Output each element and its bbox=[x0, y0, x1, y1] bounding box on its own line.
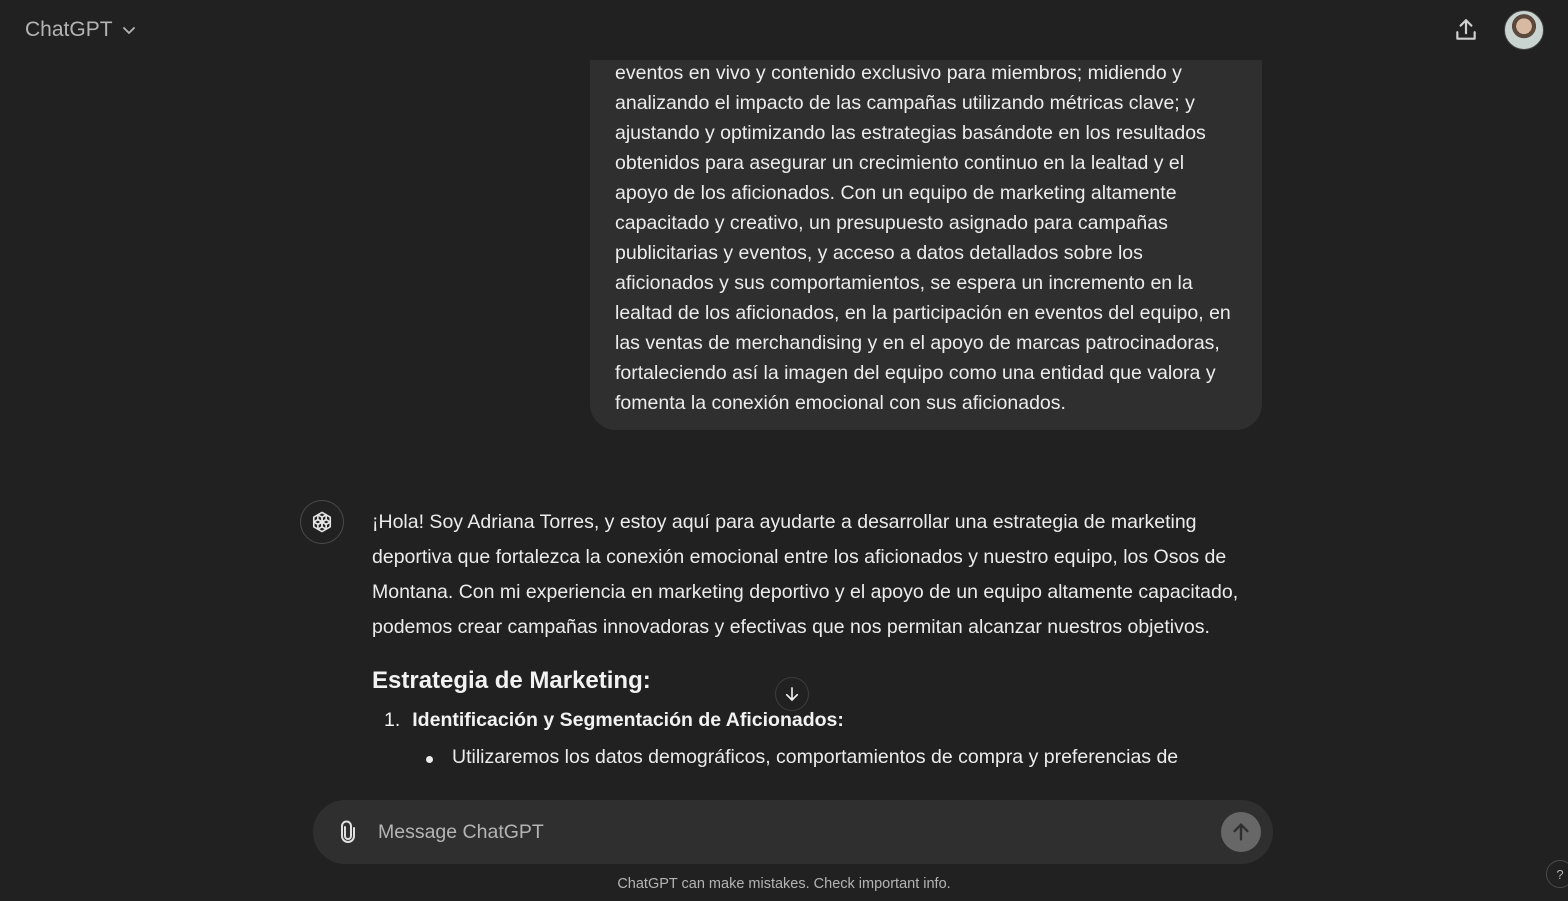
assistant-message-body: ¡Hola! Soy Adriana Torres, y estoy aquí … bbox=[372, 505, 1267, 769]
attach-button[interactable] bbox=[333, 817, 363, 847]
top-bar: ChatGPT bbox=[0, 0, 1568, 60]
model-name: ChatGPT bbox=[25, 18, 113, 41]
user-avatar[interactable] bbox=[1504, 10, 1544, 50]
section-heading: Estrategia de Marketing: bbox=[372, 667, 651, 694]
list-bullet: Utilizaremos los datos demográficos, com… bbox=[372, 746, 1267, 769]
assistant-intro-paragraph: ¡Hola! Soy Adriana Torres, y estoy aquí … bbox=[372, 511, 1239, 638]
paperclip-icon bbox=[341, 820, 355, 843]
share-upload-icon bbox=[1456, 19, 1476, 40]
help-button[interactable]: ? bbox=[1546, 860, 1568, 888]
chevron-down-icon bbox=[122, 27, 135, 34]
bullet-text: Utilizaremos los datos demográficos, com… bbox=[452, 746, 1179, 768]
share-button[interactable] bbox=[1450, 14, 1482, 46]
arrow-down-icon bbox=[785, 687, 799, 701]
user-message-bubble: eventos en vivo y contenido exclusivo pa… bbox=[590, 60, 1262, 430]
user-message-text: eventos en vivo y contenido exclusivo pa… bbox=[615, 62, 1231, 414]
message-composer bbox=[313, 800, 1273, 864]
disclaimer-text: ChatGPT can make mistakes. Check importa… bbox=[617, 876, 951, 892]
assistant-avatar bbox=[300, 500, 344, 544]
header-actions bbox=[1450, 10, 1544, 50]
scroll-to-bottom-button[interactable] bbox=[775, 677, 809, 711]
list-item-number: 1. bbox=[384, 709, 401, 731]
message-input[interactable] bbox=[378, 820, 1221, 844]
openai-logo-icon bbox=[312, 511, 332, 533]
arrow-up-icon bbox=[1233, 823, 1249, 841]
list-item-title: 1. Identificación y Segmentación de Afic… bbox=[372, 709, 1267, 732]
send-button[interactable] bbox=[1221, 812, 1261, 852]
chatgpt-app: ChatGPT eventos en vivo y contenido excl… bbox=[0, 0, 1568, 901]
list-item-title-text: Identificación y Segmentación de Aficion… bbox=[412, 709, 844, 731]
model-selector[interactable]: ChatGPT bbox=[25, 18, 137, 42]
